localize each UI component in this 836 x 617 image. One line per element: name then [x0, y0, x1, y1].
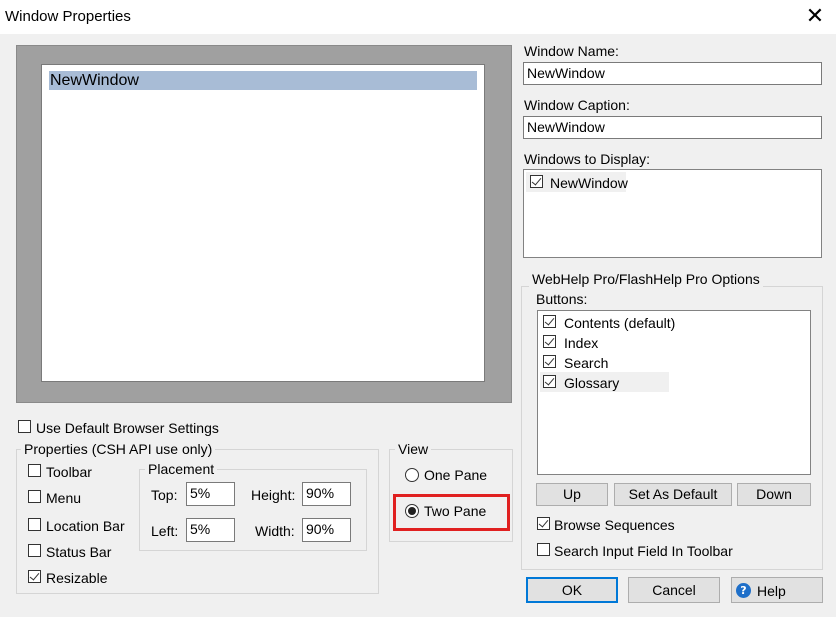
buttons-label: Buttons:: [536, 291, 588, 307]
windows-to-display-label: Windows to Display:: [524, 151, 651, 167]
two-pane-radio[interactable]: [405, 504, 419, 518]
browse-sequences-checkbox[interactable]: [537, 517, 550, 530]
index-checkbox[interactable]: [543, 335, 556, 348]
contents-checkbox[interactable]: [543, 315, 556, 328]
window-name-input[interactable]: NewWindow: [523, 62, 822, 85]
toolbar-checkbox[interactable]: [28, 464, 41, 477]
newwindow-checkbox[interactable]: [530, 175, 543, 188]
use-default-browser-label: Use Default Browser Settings: [36, 420, 219, 436]
location-bar-label: Location Bar: [46, 518, 125, 534]
close-icon[interactable]: ✕: [798, 0, 832, 32]
left-input[interactable]: 5%: [186, 518, 235, 542]
one-pane-radio[interactable]: [405, 468, 419, 482]
help-icon: ?: [736, 583, 751, 598]
down-button[interactable]: Down: [737, 483, 811, 506]
index-item-label: Index: [564, 335, 599, 351]
search-input-field-checkbox[interactable]: [537, 543, 550, 556]
one-pane-label: One Pane: [424, 467, 488, 483]
status-bar-checkbox[interactable]: [28, 544, 41, 557]
window-preview-canvas: [41, 64, 485, 382]
menu-checkbox[interactable]: [28, 490, 41, 503]
glossary-item-label: Glossary: [564, 375, 620, 391]
properties-title: Properties (CSH API use only): [21, 441, 216, 457]
height-label: Height:: [251, 487, 296, 503]
preview-window-label: NewWindow: [49, 71, 477, 90]
resizable-checkbox[interactable]: [28, 570, 41, 583]
use-default-browser-checkbox[interactable]: [18, 420, 31, 433]
view-title: View: [395, 441, 432, 457]
width-label: Width:: [255, 523, 295, 539]
contents-item-label: Contents (default): [564, 315, 676, 331]
help-button-label: Help: [757, 583, 786, 599]
left-label: Left:: [151, 523, 179, 539]
ok-button[interactable]: OK: [526, 577, 618, 603]
window-caption-label: Window Caption:: [524, 97, 630, 113]
cancel-button[interactable]: Cancel: [628, 577, 720, 603]
window-caption-input[interactable]: NewWindow: [523, 116, 822, 139]
toolbar-label: Toolbar: [46, 464, 92, 480]
resizable-label: Resizable: [46, 570, 108, 586]
up-button[interactable]: Up: [536, 483, 608, 506]
top-label: Top:: [151, 487, 178, 503]
glossary-checkbox[interactable]: [543, 375, 556, 388]
search-input-field-label: Search Input Field In Toolbar: [554, 543, 733, 559]
status-bar-label: Status Bar: [46, 544, 112, 560]
placement-title: Placement: [145, 461, 218, 477]
newwindow-item-label: NewWindow: [550, 175, 628, 191]
set-as-default-button[interactable]: Set As Default: [614, 483, 732, 506]
browse-sequences-label: Browse Sequences: [554, 517, 675, 533]
two-pane-label: Two Pane: [424, 503, 487, 519]
search-item-label: Search: [564, 355, 609, 371]
webhelp-options-title: WebHelp Pro/FlashHelp Pro Options: [529, 271, 763, 287]
top-input[interactable]: 5%: [186, 482, 235, 506]
window-title: Window Properties: [5, 8, 131, 25]
window-name-label: Window Name:: [524, 43, 619, 59]
location-bar-checkbox[interactable]: [28, 518, 41, 531]
search-checkbox[interactable]: [543, 355, 556, 368]
height-input[interactable]: 90%: [302, 482, 351, 506]
menu-label: Menu: [46, 490, 82, 506]
width-input[interactable]: 90%: [302, 518, 351, 542]
